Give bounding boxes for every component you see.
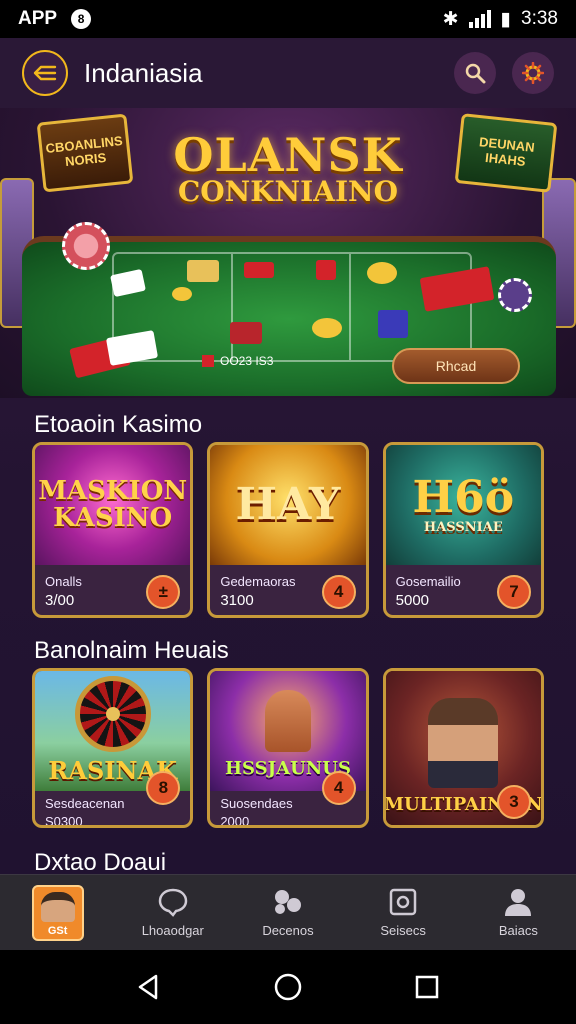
playing-card-icon — [230, 322, 262, 344]
search-icon — [465, 63, 486, 84]
gear-icon — [522, 62, 544, 84]
recents-icon[interactable] — [412, 972, 442, 1002]
hero-title-line2: CONKNIAINO — [177, 175, 399, 208]
game-art-subtitle: HASSNIAE — [423, 520, 503, 536]
nav-item-baiacs[interactable]: Baiacs — [468, 887, 568, 938]
status-bar: APP 8 ✱ ▮ 3:38 — [0, 0, 576, 38]
game-row-2: RASINAK Sesdeacenan S0300 8 HSSJAUNUS Su… — [0, 668, 576, 828]
back-icon[interactable] — [134, 972, 164, 1002]
table-label-text: OO23 IS3 — [220, 354, 274, 368]
nav-item-lhoaodgar[interactable]: Lhoaodgar — [123, 887, 223, 938]
game-price: S0300 — [45, 813, 83, 828]
nav-label: Seisecs — [380, 923, 426, 938]
game-card[interactable]: MASKION KASINO Onalls 3/00 ± — [32, 442, 194, 618]
playing-card-icon — [378, 310, 408, 338]
search-button[interactable] — [454, 52, 496, 94]
playing-card-icon — [316, 260, 336, 280]
game-badge[interactable]: 4 — [321, 771, 356, 805]
hero-title-line1: OLANSK — [173, 128, 403, 182]
poker-chip-icon — [498, 278, 532, 312]
square-target-icon — [389, 888, 417, 916]
menu-button[interactable] — [22, 50, 68, 96]
avatar-text: GSt — [47, 924, 68, 937]
portrait-figure-icon — [428, 698, 499, 789]
gold-coins-icon — [312, 318, 342, 338]
hero-title: OLANSK CONKNIAINO — [0, 132, 576, 206]
gold-coins-icon — [172, 287, 192, 301]
bottom-nav: GSt Lhoaodgar Decenos Seisecs Baiacs — [0, 874, 576, 950]
group-icon — [274, 890, 301, 914]
strongman-figure-icon — [264, 690, 311, 753]
notification-badge-icon: 8 — [71, 9, 92, 29]
nav-item-decenos[interactable]: Decenos — [238, 887, 338, 938]
game-row-1: MASKION KASINO Onalls 3/00 ± HAY Gedemao… — [0, 442, 576, 618]
game-badge[interactable]: 4 — [321, 575, 356, 609]
battery-icon: ▮ — [500, 8, 512, 30]
app-screen: Indaniasia CBOANLINS NORIS DEUNAN IHAHS … — [0, 38, 576, 950]
chat-bubble-icon — [158, 888, 188, 917]
playing-card-icon — [244, 262, 274, 278]
game-badge[interactable]: 3 — [496, 785, 531, 819]
game-card[interactable]: HAY Gedemaoras 3100 4 — [207, 442, 369, 618]
avatar: GSt — [31, 884, 84, 941]
game-card[interactable]: H6ö HASSNIAE Gosemailio 5000 7 — [382, 442, 544, 618]
menu-icon — [33, 65, 57, 81]
nav-label: Lhoaodgar — [141, 923, 204, 938]
app-title: Indaniasia — [84, 57, 203, 88]
roulette-wheel-icon — [74, 675, 151, 752]
game-card[interactable]: HSSJAUNUS Suosendaes 2000 4 — [207, 668, 369, 828]
gold-coins-icon — [367, 262, 397, 284]
status-app-label: APP — [18, 8, 58, 29]
playing-card-icon — [187, 260, 219, 282]
game-card[interactable]: RASINAK Sesdeacenan S0300 8 — [32, 668, 194, 828]
hero-play-button[interactable]: Rhcad — [392, 348, 520, 384]
app-header: Indaniasia — [0, 38, 576, 108]
hero-banner[interactable]: CBOANLINS NORIS DEUNAN IHAHS OLANSK CONK… — [0, 108, 576, 398]
table-label: OO23 IS3 — [202, 354, 273, 368]
game-badge[interactable]: 7 — [496, 575, 531, 609]
nav-label: Baiacs — [498, 923, 538, 938]
red-marker-icon — [202, 355, 214, 367]
game-art: H6ö HASSNIAE — [385, 445, 541, 565]
game-price: 2000 — [220, 813, 250, 828]
game-art-title: H6ö — [412, 472, 515, 524]
game-card[interactable]: MULTIPAINAIN 3 — [382, 668, 544, 828]
nav-item-profile[interactable]: GSt — [8, 884, 108, 941]
section-title-2: Banolnaim Heuais — [34, 637, 229, 664]
poker-chip-icon — [62, 222, 110, 270]
nav-item-seisecs[interactable]: Seisecs — [353, 887, 453, 938]
casino-table: OO23 IS3 Rhcad — [22, 222, 556, 396]
clock: 3:38 — [521, 8, 558, 29]
game-art: MASKION KASINO — [35, 445, 191, 565]
settings-button[interactable] — [512, 52, 554, 94]
person-icon — [505, 889, 532, 916]
avatar-face-icon — [40, 891, 75, 922]
game-art: HAY — [210, 445, 366, 565]
home-icon[interactable] — [273, 972, 303, 1002]
bluetooth-icon: ✱ — [442, 8, 459, 30]
nav-label: Decenos — [262, 923, 314, 938]
section-title-1: Etoaoin Kasimo — [34, 411, 203, 438]
table-markings — [112, 252, 472, 362]
signal-icon — [468, 10, 491, 28]
system-nav-bar — [0, 950, 576, 1024]
